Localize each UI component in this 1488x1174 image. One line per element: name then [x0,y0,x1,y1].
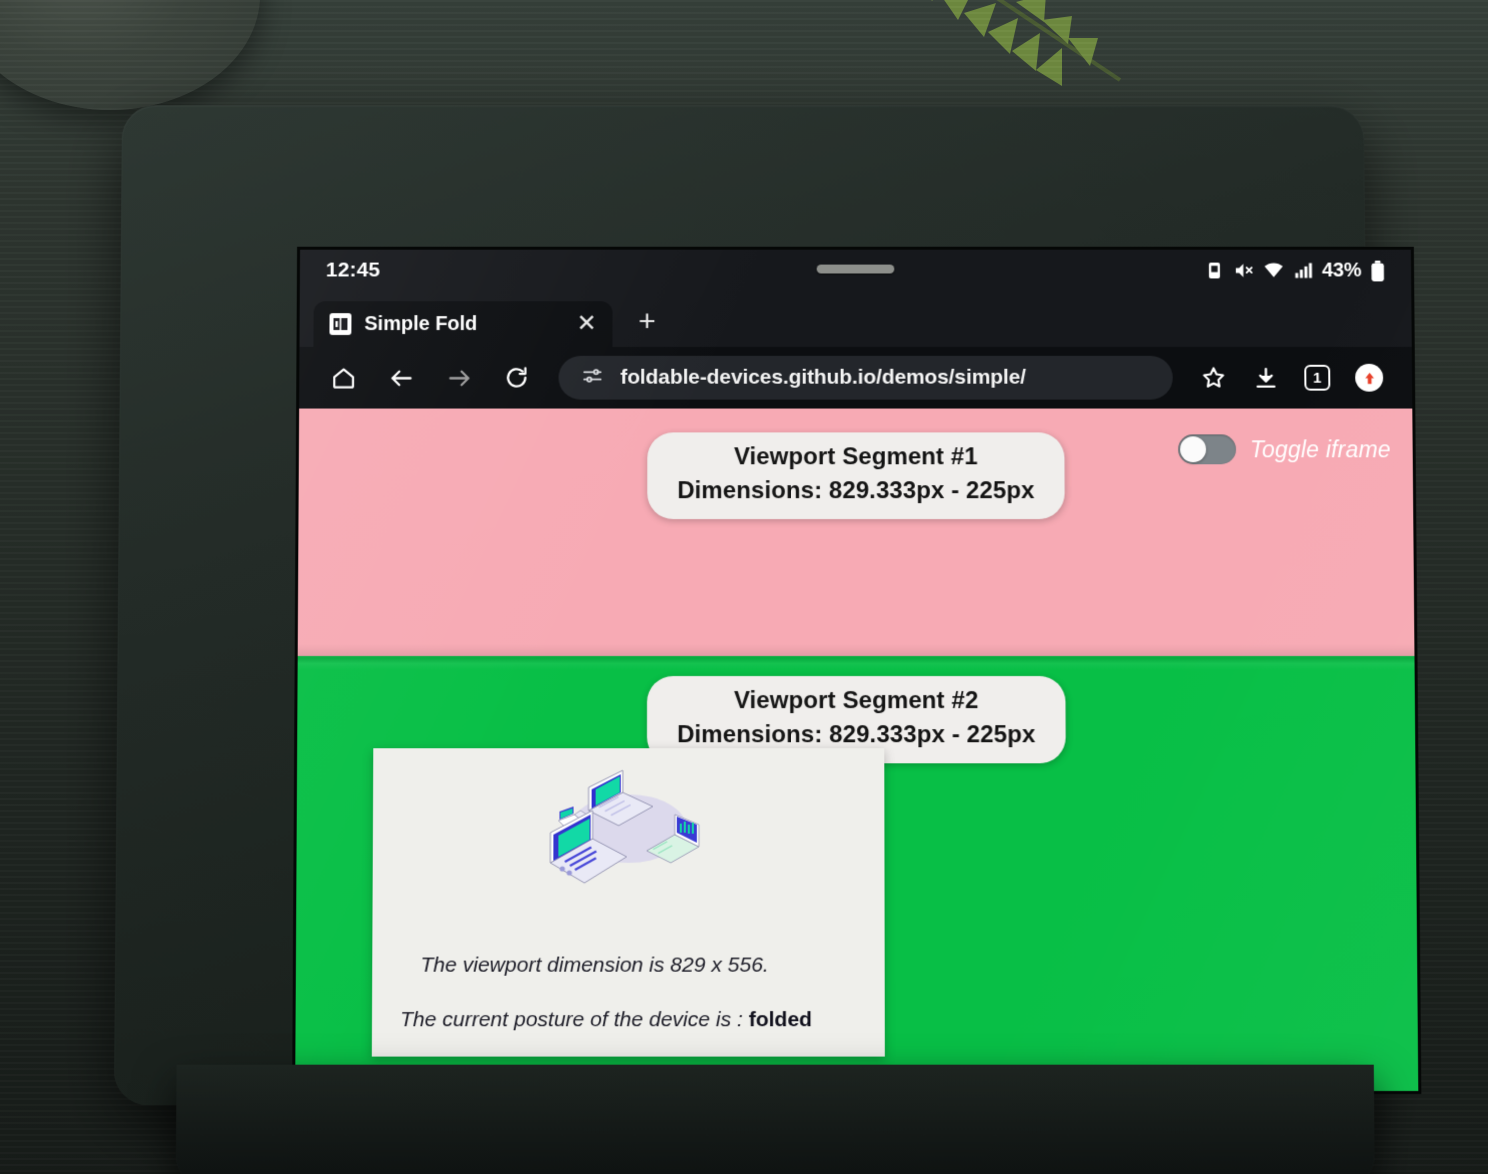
status-clock: 12:45 [325,258,381,282]
tab-count-label: 1 [1304,364,1331,391]
info-card: The viewport dimension is 829 x 556. The… [371,748,885,1057]
tab-strip: Simple Fold ✕ + [299,291,1412,347]
segment-1-title: Viewport Segment #1 [733,443,978,471]
viewport-dimension-text: The viewport dimension is 829 x 556. [420,953,769,977]
posture-text: The current posture of the device is : f… [390,1008,867,1032]
segment-1-info: Viewport Segment #1 Dimensions: 829.333p… [647,432,1065,520]
close-icon[interactable]: ✕ [551,310,596,337]
back-arrow-icon[interactable] [375,355,427,401]
screenshot-icon [1204,261,1223,281]
battery-icon [1370,260,1385,281]
reload-icon[interactable] [491,355,543,401]
avatar [1355,363,1384,392]
star-icon[interactable] [1189,355,1239,401]
forward-arrow-icon[interactable] [433,355,485,401]
viewport-segment-2: Viewport Segment #2 Dimensions: 829.333p… [295,656,1419,1092]
foldable-device-case: 12:45 43% Simple Fold ✕ + foldable-devic… [113,105,1419,1174]
device-lower-case [175,1064,1375,1174]
toggle-iframe-label: Toggle iframe [1249,435,1391,462]
toolbar-right-actions: 1 [1189,355,1395,401]
pot-object [0,0,260,110]
device-screen: 12:45 43% Simple Fold ✕ + foldable-devic… [295,249,1419,1092]
profile-avatar-icon[interactable] [1344,355,1394,401]
wifi-icon [1262,261,1284,281]
card-text-block: The viewport dimension is 829 x 556. The… [372,954,885,1033]
signal-icon [1293,261,1313,281]
segment-2-title: Viewport Segment #2 [733,687,979,715]
speaker-grille [816,264,895,274]
web-page-content: Viewport Segment #1 Dimensions: 829.333p… [295,408,1419,1092]
toggle-switch[interactable] [1177,434,1237,465]
tab-title: Simple Fold [364,312,478,335]
plant-leaf [790,0,1190,120]
segment-1-dimensions: Dimensions: 829.333px - 225px [677,477,1035,505]
foldable-icon [329,313,352,335]
posture-prefix: The current posture of the device is : [400,1008,749,1032]
segment-2-dimensions: Dimensions: 829.333px - 225px [677,721,1036,749]
site-settings-icon[interactable] [580,364,604,391]
address-bar[interactable]: foldable-devices.github.io/demos/simple/ [558,355,1173,400]
home-icon[interactable] [317,355,369,401]
browser-tab[interactable]: Simple Fold ✕ [313,301,613,347]
status-bar: 12:45 43% [299,249,1412,292]
download-icon[interactable] [1240,355,1290,401]
status-icons: 43% [1204,259,1385,282]
toggle-knob [1179,436,1207,463]
foldable-laptops-illustration [528,762,729,888]
toggle-iframe-control[interactable]: Toggle iframe [1177,434,1391,465]
battery-percentage: 43% [1321,259,1362,281]
viewport-segment-1: Viewport Segment #1 Dimensions: 829.333p… [297,408,1415,657]
tab-counter[interactable]: 1 [1292,355,1342,401]
browser-toolbar: foldable-devices.github.io/demos/simple/… [299,346,1413,409]
posture-value: folded [748,1008,813,1032]
mute-icon [1232,261,1253,281]
url-text: foldable-devices.github.io/demos/simple/ [620,365,1026,389]
new-tab-button[interactable]: + [638,305,656,338]
